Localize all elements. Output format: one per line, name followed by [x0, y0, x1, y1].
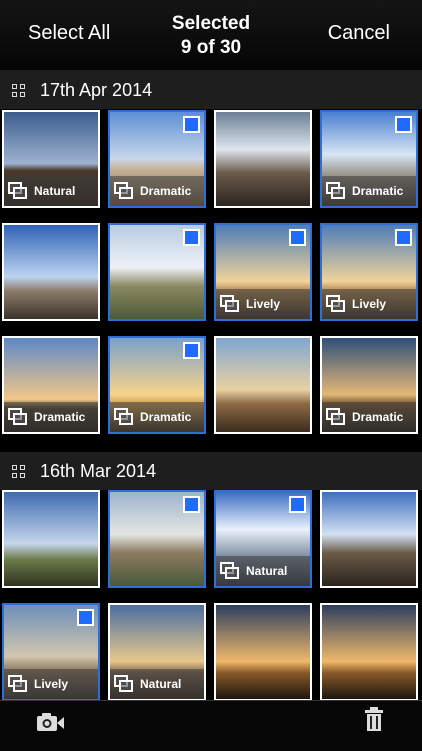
selection-checkbox[interactable]	[395, 229, 412, 246]
photo-image	[322, 492, 416, 586]
grid-icon[interactable]	[12, 465, 25, 478]
filter-label: Dramatic	[140, 410, 192, 424]
photo-thumbnail[interactable]	[2, 490, 100, 588]
filter-caption: Lively	[4, 669, 98, 699]
photo-thumbnail[interactable]: Lively	[320, 223, 418, 321]
selection-checkbox[interactable]	[77, 609, 94, 626]
filter-label: Natural	[246, 564, 288, 578]
stack-icon	[8, 675, 28, 693]
photo-thumbnail[interactable]: Natural	[2, 110, 100, 208]
selection-checkbox[interactable]	[183, 229, 200, 246]
stack-icon	[114, 675, 134, 693]
section-date: 17th Apr 2014	[40, 80, 153, 100]
selection-checkbox[interactable]	[183, 342, 200, 359]
filter-label: Dramatic	[352, 184, 404, 198]
photo-image	[216, 112, 310, 206]
photo-thumbnail[interactable]	[214, 603, 312, 701]
filter-caption: Dramatic	[110, 402, 204, 432]
filter-label: Natural	[34, 184, 76, 198]
photo-image	[322, 605, 416, 699]
cancel-button[interactable]: Cancel	[328, 22, 390, 45]
selection-checkbox[interactable]	[289, 496, 306, 513]
photo-thumbnail[interactable]	[320, 603, 418, 701]
stack-icon	[326, 295, 346, 313]
filter-label: Natural	[140, 677, 182, 691]
selection-checkbox[interactable]	[395, 116, 412, 133]
photo-image	[216, 338, 310, 432]
trash-icon[interactable]	[364, 707, 384, 731]
stack-icon	[114, 182, 134, 200]
filter-label: Lively	[34, 677, 69, 691]
photo-thumbnail[interactable]: Lively	[214, 223, 312, 321]
filter-label: Dramatic	[34, 410, 86, 424]
filter-caption: Dramatic	[322, 176, 416, 206]
selection-checkbox[interactable]	[289, 229, 306, 246]
photo-thumbnail[interactable]: Dramatic	[108, 336, 206, 434]
bottom-toolbar	[0, 700, 422, 751]
top-bar: Select All Selected 9 of 30 Cancel	[0, 0, 422, 71]
photo-thumbnail[interactable]: Natural	[214, 490, 312, 588]
photo-thumbnail[interactable]	[214, 336, 312, 434]
stack-icon	[220, 562, 240, 580]
camera-add-icon[interactable]	[36, 711, 66, 733]
photo-thumbnail[interactable]: Natural	[108, 603, 206, 701]
photo-thumbnail[interactable]: Dramatic	[108, 110, 206, 208]
filter-label: Lively	[352, 297, 387, 311]
photo-thumbnail[interactable]	[2, 223, 100, 321]
stack-icon	[326, 182, 346, 200]
photo-thumbnail[interactable]: Dramatic	[320, 336, 418, 434]
filter-caption: Lively	[216, 289, 310, 319]
stack-icon	[114, 408, 134, 426]
filter-caption: Lively	[322, 289, 416, 319]
filter-caption: Dramatic	[322, 402, 416, 432]
filter-caption: Dramatic	[4, 402, 98, 432]
photo-thumbnail[interactable]: Dramatic	[320, 110, 418, 208]
photo-thumbnail[interactable]: Dramatic	[2, 336, 100, 434]
selection-checkbox[interactable]	[183, 496, 200, 513]
filter-label: Dramatic	[352, 410, 404, 424]
filter-caption: Natural	[4, 176, 98, 206]
photo-image	[216, 605, 310, 699]
filter-label: Lively	[246, 297, 281, 311]
selection-checkbox[interactable]	[183, 116, 200, 133]
photo-thumbnail[interactable]: Lively	[2, 603, 100, 701]
photo-thumbnail[interactable]	[108, 490, 206, 588]
stack-icon	[8, 408, 28, 426]
photo-thumbnail[interactable]	[108, 223, 206, 321]
grid-icon[interactable]	[12, 84, 25, 97]
photo-image	[4, 492, 98, 586]
filter-label: Dramatic	[140, 184, 192, 198]
stack-icon	[326, 408, 346, 426]
section-date: 16th Mar 2014	[40, 461, 157, 481]
photo-thumbnail[interactable]	[214, 110, 312, 208]
filter-caption: Natural	[110, 669, 204, 699]
photo-thumbnail[interactable]	[320, 490, 418, 588]
photo-image	[4, 225, 98, 319]
section-header: 17th Apr 2014	[0, 71, 422, 109]
stack-icon	[8, 182, 28, 200]
stack-icon	[220, 295, 240, 313]
section-header: 16th Mar 2014	[0, 452, 422, 490]
filter-caption: Natural	[216, 556, 310, 586]
filter-caption: Dramatic	[110, 176, 204, 206]
